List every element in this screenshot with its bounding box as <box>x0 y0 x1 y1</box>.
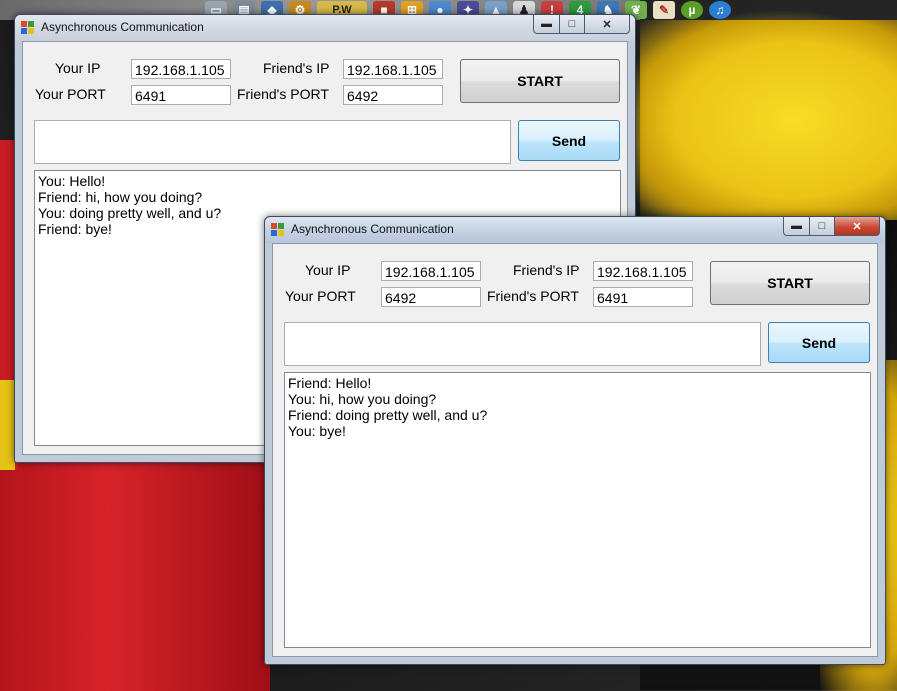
title-bar[interactable]: Asynchronous Communication ▬ □ ✕ <box>15 15 635 41</box>
maximize-icon[interactable]: □ <box>560 15 585 34</box>
chat-log-line: Friend: Hello! <box>288 375 372 391</box>
app-icon <box>271 223 285 237</box>
wallpaper-segment <box>0 380 15 470</box>
maximize-icon[interactable]: □ <box>810 217 835 236</box>
message-input[interactable] <box>34 120 511 164</box>
message-input[interactable] <box>284 322 761 366</box>
chat-log-line: Friend: doing pretty well, and u? <box>288 407 488 423</box>
chat-log-line: Friend: hi, how you doing? <box>38 189 203 205</box>
your-port-label: Your PORT <box>285 288 356 304</box>
friend-port-field[interactable] <box>593 287 693 307</box>
paint-icon[interactable]: ✎ <box>653 1 675 19</box>
send-button[interactable]: Send <box>768 322 870 363</box>
chat-log-line: You: bye! <box>288 423 346 439</box>
window-controls: ▬ □ ✕ <box>533 15 630 34</box>
your-port-label: Your PORT <box>35 86 106 102</box>
friend-ip-field[interactable] <box>593 261 693 281</box>
wallpaper-segment <box>640 20 897 220</box>
friend-ip-field[interactable] <box>343 59 443 79</box>
your-ip-label: Your IP <box>305 262 351 278</box>
start-button[interactable]: START <box>460 59 620 103</box>
minimize-icon[interactable]: ▬ <box>533 15 560 34</box>
window-controls: ▬ □ ✕ <box>783 217 880 236</box>
your-ip-field[interactable] <box>381 261 481 281</box>
chat-window-2: Asynchronous Communication ▬ □ ✕ Your IP… <box>264 216 886 665</box>
your-ip-label: Your IP <box>55 60 101 76</box>
minimize-icon[interactable]: ▬ <box>783 217 810 236</box>
send-button[interactable]: Send <box>518 120 620 161</box>
title-bar[interactable]: Asynchronous Communication ▬ □ ✕ <box>265 217 885 243</box>
friend-ip-label: Friend's IP <box>513 262 580 278</box>
close-icon[interactable]: ✕ <box>585 15 630 34</box>
window-title: Asynchronous Communication <box>41 20 204 34</box>
chat-log[interactable]: Friend: Hello! You: hi, how you doing? F… <box>284 372 871 648</box>
your-ip-field[interactable] <box>131 59 231 79</box>
window-client-area: Your IP Your PORT Friend's IP Friend's P… <box>272 243 878 657</box>
friend-ip-label: Friend's IP <box>263 60 330 76</box>
friend-port-label: Friend's PORT <box>237 86 329 102</box>
chat-log-line: You: Hello! <box>38 173 106 189</box>
your-port-field[interactable] <box>131 85 231 105</box>
close-icon[interactable]: ✕ <box>835 217 880 236</box>
itunes-icon[interactable]: ♫ <box>709 1 731 19</box>
your-port-field[interactable] <box>381 287 481 307</box>
chat-log-line: You: hi, how you doing? <box>288 391 437 407</box>
utorrent-icon[interactable]: µ <box>681 1 703 19</box>
friend-port-field[interactable] <box>343 85 443 105</box>
start-button[interactable]: START <box>710 261 870 305</box>
wallpaper-segment <box>0 460 270 691</box>
friend-port-label: Friend's PORT <box>487 288 579 304</box>
window-title: Asynchronous Communication <box>291 222 454 236</box>
app-icon <box>21 21 35 35</box>
